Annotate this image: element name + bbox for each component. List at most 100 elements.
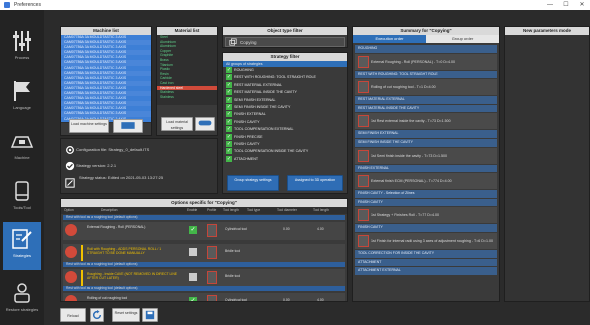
summary-strategy-card[interactable]: 1st Strategy + Finishes Roll - T=77 D=4.… (355, 207, 497, 224)
summary-group-row[interactable]: ROUGHING (355, 45, 497, 53)
summary-group-row[interactable]: REST MATERIAL EXTERNAL (355, 96, 497, 104)
checkbox-checked-icon[interactable]: ✓ (226, 133, 232, 140)
checkbox-checked-icon[interactable]: ✓ (226, 118, 232, 125)
profile-tool-icon[interactable] (207, 224, 217, 237)
checkbox-checked-icon[interactable]: ✓ (226, 96, 232, 103)
summary-group-row[interactable]: FINISH CAVITY (355, 198, 497, 207)
profile-tool-icon[interactable] (207, 271, 217, 284)
summary-strategy-card[interactable]: Rolling of cut roughing tool - T=1 D=4.0… (355, 79, 497, 96)
refresh-button[interactable] (90, 308, 104, 322)
summary-strategy-card[interactable]: 1st Finish for internal radii using 3 ax… (355, 232, 497, 249)
reload-button[interactable]: Reload (60, 308, 86, 322)
group-strategy-settings-button[interactable]: Group strategy settings (227, 175, 279, 191)
checkbox-checked-icon[interactable]: ✓ (226, 74, 232, 81)
load-machine-settings-button[interactable]: Load machine settings (69, 119, 109, 133)
strategy-filter-item[interactable]: ✓ TOOL COMPENSATION EXTERNAL (223, 126, 347, 133)
checkbox-checked-icon[interactable]: ✓ (226, 81, 232, 88)
strategy-filter-item[interactable]: ✓ SEMI FINISH EXTERNAL (223, 96, 347, 104)
strategy-filter-list[interactable]: ✓ ROUGHING ✓ REST WITH ROUGHING: TOOL STRAI… (223, 67, 347, 163)
save-button[interactable] (142, 308, 158, 322)
enable-checkbox[interactable]: ✓ (189, 226, 197, 234)
sidebar-item-language[interactable]: Language (3, 74, 41, 114)
summary-strategy-card[interactable]: 1st Rest external inside the cavity - T=… (355, 113, 497, 130)
new-params-header: New parameters mode (505, 27, 589, 35)
strategy-filter-item[interactable]: ✓ FINISH PRECISE (223, 133, 347, 141)
col-tool-length-2: Tool length (313, 208, 329, 212)
maximize-button[interactable]: ☐ (558, 0, 574, 10)
option-tool-icon[interactable] (65, 295, 77, 301)
summary-group-row[interactable]: ATTACHMENT EXTERNAL (355, 267, 497, 275)
reset-settings-button[interactable]: Reset settings (112, 308, 140, 322)
material-toggle-button[interactable] (195, 117, 215, 131)
object-type-filter-panel: Object type filter Copying (222, 26, 348, 48)
load-material-settings-button[interactable]: Load material settings (161, 117, 193, 131)
strategy-filter-item[interactable]: ✓ TOOL COMPENSATION INSIDE THE CAVITY (223, 148, 347, 155)
option-tool-icon[interactable] (65, 246, 77, 258)
material-list-item[interactable]: Stainless (157, 95, 217, 100)
summary-group-row[interactable]: REST MATERIAL INSIDE THE CAVITY (355, 104, 497, 113)
enable-checkbox[interactable]: ✓ (189, 297, 197, 301)
profile-tool-icon[interactable] (207, 295, 217, 301)
checkbox-checked-icon[interactable]: ✓ (226, 111, 232, 118)
strategy-filter-item[interactable]: ✓ ATTACHMENT (223, 155, 347, 163)
summary-strategy-card[interactable]: External finish ECM (PERSONAL) - T=774 D… (355, 173, 497, 190)
summary-group-row[interactable]: FINISH CAVITY (355, 224, 497, 232)
sidebar-item-tools[interactable]: Tools/Tool (3, 174, 41, 214)
strategy-filter-item[interactable]: ✓ REST MATERIAL EXTERNAL (223, 81, 347, 89)
checkbox-checked-icon[interactable]: ✓ (226, 89, 232, 96)
strategy-filter-item[interactable]: ✓ FINISH CAVITY (223, 140, 347, 148)
object-type-select[interactable]: Copying (225, 37, 345, 47)
summary-group-row[interactable]: SEMI FINISH EXTERNAL (355, 130, 497, 138)
options-panel: Options specific for "Copying" Option De… (60, 198, 348, 302)
summary-group-row[interactable]: TOOL CORRECTION FOR INSIDE THE CAVITY (355, 249, 497, 258)
strategy-filter-item[interactable]: ✓ REST WITH ROUGHING: TOOL STRAIGHT ROLE (223, 74, 347, 81)
machine-list[interactable]: CAM07786A 3A MOULDTASTIC 3 AXIS CAM07786A… (61, 35, 151, 123)
strategy-filter-item[interactable]: ✓ REST MATERIAL INSIDE THE CAVITY (223, 89, 347, 96)
checkbox-checked-icon[interactable]: ✓ (226, 140, 232, 147)
checkbox-checked-icon[interactable]: ✓ (226, 155, 232, 162)
sidebar-item-restore[interactable]: Restore strategies (3, 276, 41, 316)
material-list[interactable]: Steel Aluminium Aluminium Copper Graphite Bra… (157, 35, 217, 105)
strategy-version-label: Strategy version: 2.2.1 (76, 163, 117, 168)
sidebar-item-machine[interactable]: Machine (3, 124, 41, 164)
assigned-operation-button[interactable]: Assigned to 3D operation (287, 175, 343, 191)
strategy-filter-item-label: FINISH PRECISE (234, 134, 263, 139)
sidebar-item-process[interactable]: Process (3, 24, 41, 64)
sidebar-item-label: Machine (14, 155, 30, 160)
sidebar-item-strategies[interactable]: Strategies (3, 222, 41, 270)
save-icon (145, 310, 155, 320)
checkbox-checked-icon[interactable]: ✓ (226, 148, 232, 155)
strategy-filter-item[interactable]: ✓ ROUGHING (223, 67, 347, 74)
summary-group-row[interactable]: FINISH CAVITY - Selection of Zlines (355, 190, 497, 198)
profile-tool-icon[interactable] (207, 246, 217, 259)
summary-group-row[interactable]: SEMI FINISH INSIDE THE CAVITY (355, 138, 497, 147)
summary-strategy-card[interactable]: 1st Semi finish inside the cavity - T=73… (355, 147, 497, 164)
machine-icon-button[interactable] (113, 119, 143, 133)
strategy-filter-item-label: FINISH CAVITY (234, 119, 260, 124)
checkbox-checked-icon[interactable]: ✓ (226, 126, 232, 133)
summary-group-row[interactable]: REST WITH ROUGHING: TOOL STRAIGHT ROLE (355, 70, 497, 79)
strategy-filter-item[interactable]: ✓ FINISH EXTERNAL (223, 111, 347, 118)
tab-group-order[interactable]: Group order (426, 35, 499, 43)
checkbox-checked-icon[interactable]: ✓ (226, 104, 232, 110)
close-button[interactable]: ✕ (574, 0, 590, 10)
enable-checkbox[interactable] (189, 248, 197, 256)
enable-checkbox[interactable] (189, 273, 197, 281)
sidebar-item-label: Language (13, 105, 31, 110)
group-strategy-settings-label: Group strategy settings (234, 178, 272, 182)
minimize-button[interactable]: — (542, 0, 558, 10)
option-tool-icon[interactable] (65, 224, 77, 236)
strategy-filter-item[interactable]: ✓ SEMI FINISH INSIDE THE CAVITY (223, 104, 347, 111)
tab-execution-order[interactable]: Execution order (353, 35, 426, 43)
option-row: Rolling of cut roughing tool ✓ Cylindrical… (63, 293, 345, 301)
checkbox-checked-icon[interactable]: ✓ (226, 67, 232, 74)
summary-group-row[interactable]: FINISH EXTERNAL (355, 164, 497, 173)
summary-tabs: Execution order Group order (353, 35, 499, 43)
strategy-filter-item[interactable]: ✓ FINISH CAVITY (223, 118, 347, 126)
sidebar-item-label: Process (14, 55, 30, 60)
option-tool-icon[interactable] (65, 271, 77, 283)
option-tool-type: Cylindrical tool (225, 227, 248, 231)
summary-strategy-card[interactable]: External Roughing - Roll (PERSONAL) - T=… (355, 53, 497, 70)
summary-group-row[interactable]: ATTACHMENT (355, 258, 497, 267)
tool-thumbnail-icon (358, 115, 369, 128)
